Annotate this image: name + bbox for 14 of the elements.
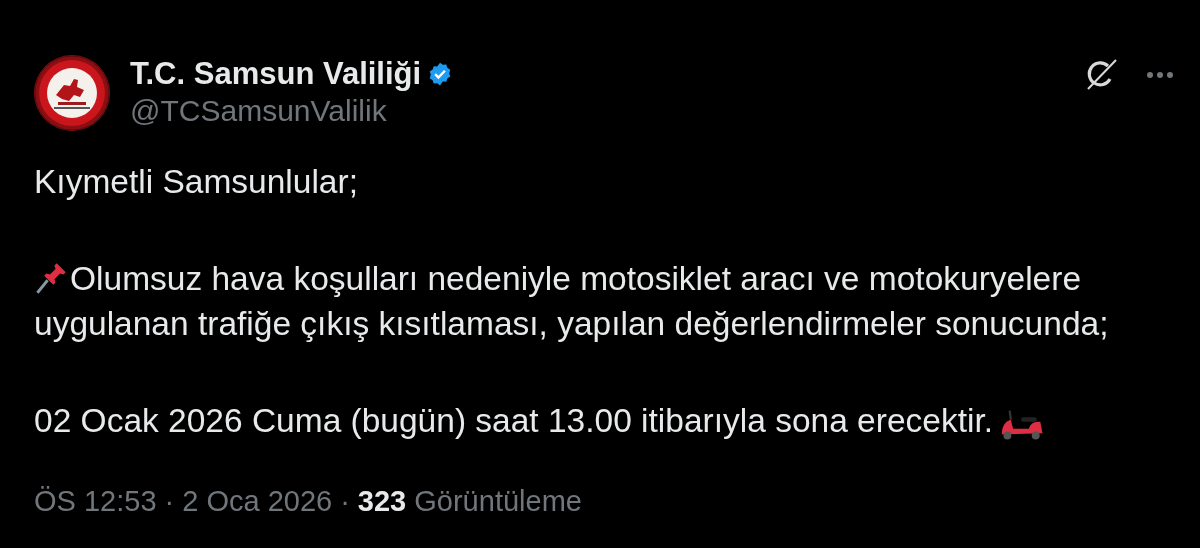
tweet-text: uygulanan trafiğe çıkış kısıtlaması, yapılan değerlendirmeler sonucunda; xyxy=(34,305,1109,342)
tweet-text: Kıymetli Samsunlular; xyxy=(34,163,358,200)
tweet-date[interactable]: 2 Oca 2026 xyxy=(182,485,333,518)
view-count: 323 Görüntüleme xyxy=(357,485,582,518)
tweet-text: Olumsuz hava koşulları nedeniyle motosiklet aracı ve motokuryelere xyxy=(70,260,1082,297)
account-name[interactable]: T.C. Samsun Valiliği xyxy=(130,56,422,92)
more-options-icon[interactable] xyxy=(1146,71,1174,79)
separator-dot: · xyxy=(340,485,350,518)
tweet-text: 02 Ocak 2026 Cuma (bugün) saat 13.00 itibarıyla sona erecektir. xyxy=(34,402,994,439)
account-handle[interactable]: @TCSamsunValilik xyxy=(130,94,454,128)
tweet-time[interactable]: ÖS 12:53 xyxy=(34,485,157,518)
grok-icon[interactable] xyxy=(1084,58,1118,92)
separator-dot: · xyxy=(164,485,175,518)
pushpin-icon xyxy=(34,261,68,295)
